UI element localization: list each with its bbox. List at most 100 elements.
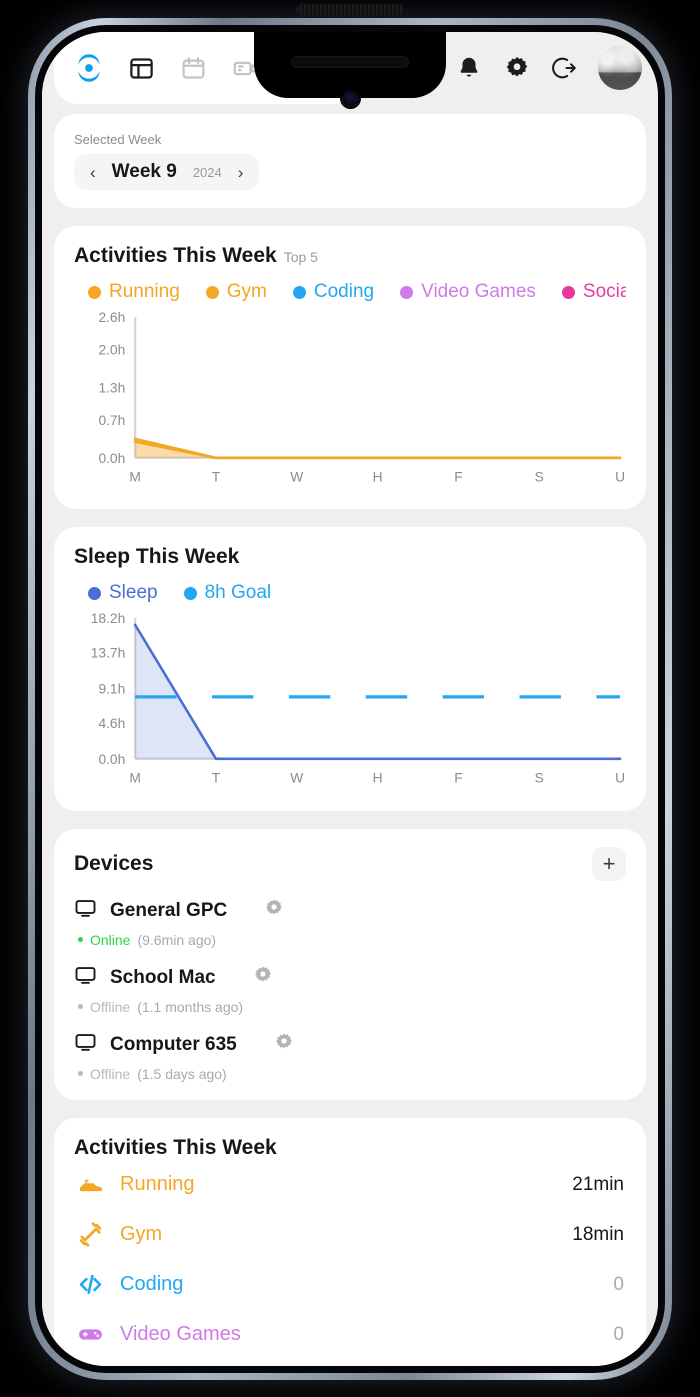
activity-value: 18min bbox=[572, 1223, 624, 1245]
bell-icon[interactable] bbox=[454, 53, 484, 83]
legend-label: Gym bbox=[226, 281, 267, 302]
legend-label: Social Media bbox=[582, 281, 626, 302]
page-scroll-area[interactable]: Selected Week ‹ Week 9 2024 › Activities… bbox=[42, 104, 658, 1366]
legend-item[interactable]: Gym bbox=[205, 281, 267, 303]
svg-text:4.6h: 4.6h bbox=[98, 716, 125, 731]
activity-label: Gym bbox=[120, 1223, 163, 1246]
status-badge: Offline bbox=[90, 998, 131, 1015]
legend-dot-icon bbox=[183, 586, 197, 600]
app-viewport: Selected Week ‹ Week 9 2024 › Activities… bbox=[42, 32, 658, 1366]
activity-row[interactable]: Running 21min bbox=[74, 1160, 626, 1210]
week-selector-card: Selected Week ‹ Week 9 2024 › bbox=[54, 114, 646, 208]
device-settings-icon[interactable] bbox=[253, 965, 273, 990]
code-icon bbox=[76, 1271, 104, 1299]
legend-label: Video Games bbox=[421, 281, 536, 302]
legend-dot-icon bbox=[400, 285, 414, 299]
devices-list: General GPC Online (9.6min ago) School M… bbox=[74, 897, 626, 1082]
current-year-value: 2024 bbox=[192, 164, 222, 180]
svg-text:S: S bbox=[535, 771, 544, 786]
add-device-button[interactable]: + bbox=[592, 846, 626, 881]
activity-row[interactable]: Social Media 0 bbox=[74, 1360, 626, 1366]
svg-text:S: S bbox=[535, 469, 544, 484]
legend-label: Running bbox=[109, 281, 180, 302]
activity-label: Video Games bbox=[120, 1323, 241, 1346]
device-status: Offline (1.5 days ago) bbox=[78, 1066, 626, 1082]
activities-chart-svg: 0.0h 0.7h 1.3h 2.0h 2.6h M T W H F S U bbox=[98, 310, 625, 485]
activity-row[interactable]: Gym 18min bbox=[74, 1210, 626, 1260]
activity-row[interactable]: Coding 0 bbox=[74, 1260, 626, 1310]
device-status: Offline (1.1 months ago) bbox=[78, 999, 626, 1015]
activity-value: 0 bbox=[613, 1323, 624, 1345]
legend-label: 8h Goal bbox=[204, 582, 272, 604]
phone-screen: Selected Week ‹ Week 9 2024 › Activities… bbox=[42, 32, 658, 1366]
legend-item[interactable]: 8h Goal bbox=[183, 582, 272, 604]
legend-item[interactable]: Video Games bbox=[400, 281, 536, 303]
svg-text:T: T bbox=[212, 469, 221, 484]
svg-text:F: F bbox=[454, 771, 462, 786]
svg-text:2.6h: 2.6h bbox=[98, 310, 125, 325]
prev-week-button[interactable]: ‹ bbox=[90, 164, 96, 181]
device-row[interactable]: Computer 635 Offline (1.5 days ago) bbox=[74, 1031, 626, 1082]
activities-chart-header: Activities This Week Top 5 bbox=[74, 244, 626, 268]
logo-icon[interactable] bbox=[74, 53, 104, 83]
next-week-button[interactable]: › bbox=[238, 164, 244, 181]
svg-text:2.0h: 2.0h bbox=[98, 342, 125, 357]
activity-label: Coding bbox=[120, 1273, 184, 1296]
sleep-chart-legend: Sleep 8h Goal bbox=[88, 582, 626, 604]
week-stepper: ‹ Week 9 2024 › bbox=[74, 154, 260, 190]
device-settings-icon[interactable] bbox=[264, 898, 284, 923]
sleep-chart-svg: 0.0h 4.6h 9.1h 13.7h 18.2h M T W H F S U bbox=[91, 611, 625, 786]
activities-list-title: Activities This Week bbox=[74, 1135, 277, 1159]
dumbbell-icon bbox=[76, 1221, 104, 1249]
activities-chart-legend: Running Gym Coding Video Games Social Me… bbox=[88, 281, 626, 303]
legend-item[interactable]: Social Media bbox=[561, 281, 626, 303]
status-badge: Offline bbox=[90, 1065, 131, 1082]
activities-chart-plot: 0.0h 0.7h 1.3h 2.0h 2.6h M T W H F S U bbox=[74, 309, 626, 491]
status-badge: Online bbox=[90, 931, 131, 948]
device-row[interactable]: General GPC Online (9.6min ago) bbox=[74, 897, 626, 948]
svg-text:F: F bbox=[454, 469, 462, 484]
calendar-icon[interactable] bbox=[178, 53, 208, 83]
svg-text:U: U bbox=[615, 771, 625, 786]
svg-text:13.7h: 13.7h bbox=[91, 646, 126, 661]
logout-icon[interactable] bbox=[550, 53, 580, 83]
sleep-chart-plot: 0.0h 4.6h 9.1h 13.7h 18.2h M T W H F S U bbox=[74, 610, 626, 792]
device-name: School Mac bbox=[110, 966, 216, 988]
sleep-chart-header: Sleep This Week bbox=[74, 545, 626, 569]
legend-dot-icon bbox=[88, 586, 101, 600]
svg-text:H: H bbox=[373, 469, 383, 484]
svg-text:T: T bbox=[212, 771, 221, 786]
dashboard-icon[interactable] bbox=[126, 53, 156, 83]
devices-title: Devices bbox=[74, 851, 154, 875]
phone-frame: Selected Week ‹ Week 9 2024 › Activities… bbox=[28, 4, 672, 1380]
earpiece-speaker bbox=[296, 4, 404, 15]
device-settings-icon[interactable] bbox=[274, 1032, 294, 1057]
device-last-seen: (1.1 months ago) bbox=[137, 998, 244, 1015]
sleep-chart-title: Sleep This Week bbox=[74, 545, 240, 569]
status-dot-icon bbox=[78, 937, 83, 943]
activities-list-header: Activities This Week bbox=[74, 1136, 626, 1160]
phone-bezel: Selected Week ‹ Week 9 2024 › Activities… bbox=[35, 4, 665, 1373]
avatar[interactable] bbox=[598, 46, 642, 90]
legend-label: Sleep bbox=[109, 582, 158, 604]
sleep-chart-card: Sleep This Week Sleep 8h Goal 0.0h 4.6h 9.… bbox=[54, 527, 646, 811]
svg-text:9.1h: 9.1h bbox=[98, 682, 125, 697]
device-header: Computer 635 bbox=[74, 1031, 626, 1059]
legend-item[interactable]: Running bbox=[88, 281, 180, 303]
activities-chart-subtitle: Top 5 bbox=[283, 249, 318, 265]
svg-text:W: W bbox=[290, 469, 303, 484]
legend-item[interactable]: Coding bbox=[292, 281, 374, 303]
gear-icon[interactable] bbox=[502, 53, 532, 83]
legend-item[interactable]: Sleep bbox=[88, 582, 158, 604]
device-header: School Mac bbox=[74, 964, 626, 992]
activities-list: Running 21min Gym 18min Coding 0 Video G… bbox=[74, 1160, 626, 1366]
activities-list-card: Activities This Week Running 21min Gym 1… bbox=[54, 1117, 646, 1366]
gamepad-icon bbox=[76, 1321, 104, 1349]
activity-row[interactable]: Video Games 0 bbox=[74, 1310, 626, 1360]
device-status: Online (9.6min ago) bbox=[78, 932, 626, 948]
monitor-icon bbox=[74, 1031, 97, 1059]
current-week-value: Week 9 bbox=[111, 161, 177, 182]
svg-text:M: M bbox=[129, 469, 140, 484]
device-row[interactable]: School Mac Offline (1.1 months ago) bbox=[74, 964, 626, 1015]
svg-text:0.7h: 0.7h bbox=[98, 413, 125, 428]
